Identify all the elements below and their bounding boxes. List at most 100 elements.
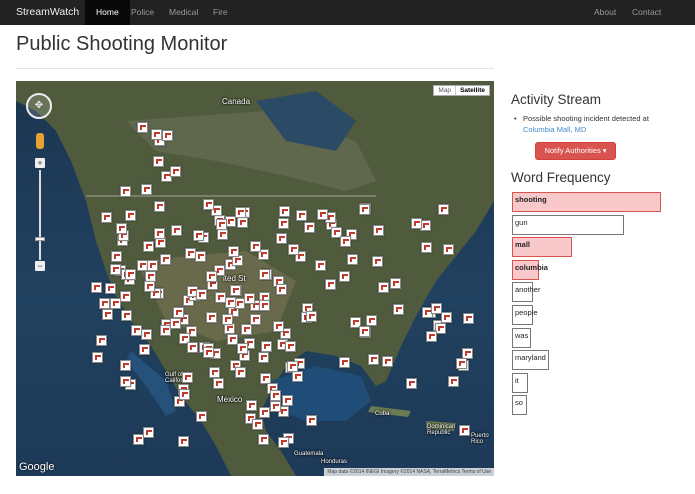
incident-marker-icon[interactable] [378, 282, 389, 293]
incident-marker-icon[interactable] [456, 358, 467, 369]
incident-marker-icon[interactable] [368, 354, 379, 365]
incident-marker-icon[interactable] [390, 278, 401, 289]
incident-marker-icon[interactable] [120, 376, 131, 387]
incident-marker-icon[interactable] [151, 129, 162, 140]
incident-marker-icon[interactable] [216, 219, 227, 230]
incident-marker-icon[interactable] [244, 293, 255, 304]
incident-marker-icon[interactable] [91, 282, 102, 293]
incident-marker-icon[interactable] [276, 233, 287, 244]
incident-marker-icon[interactable] [215, 292, 226, 303]
incident-marker-icon[interactable] [110, 298, 121, 309]
incident-marker-icon[interactable] [259, 269, 270, 280]
incident-marker-icon[interactable] [288, 244, 299, 255]
incident-marker-icon[interactable] [147, 260, 158, 271]
incident-marker-icon[interactable] [101, 212, 112, 223]
incident-marker-icon[interactable] [125, 269, 136, 280]
activity-location-link[interactable]: Columbia Mall, MD [523, 125, 586, 134]
incident-marker-icon[interactable] [372, 256, 383, 267]
incident-marker-icon[interactable] [438, 204, 449, 215]
incident-marker-icon[interactable] [347, 254, 358, 265]
incident-marker-icon[interactable] [250, 241, 261, 252]
pan-control-icon[interactable]: ✥ [26, 93, 52, 119]
incident-marker-icon[interactable] [250, 314, 261, 325]
incident-marker-icon[interactable] [131, 325, 142, 336]
zoom-slider-handle[interactable] [35, 237, 45, 241]
incident-marker-icon[interactable] [143, 241, 154, 252]
incident-marker-icon[interactable] [196, 289, 207, 300]
incident-marker-icon[interactable] [317, 209, 328, 220]
street-view-pegman-icon[interactable] [36, 133, 44, 149]
incident-marker-icon[interactable] [116, 223, 127, 234]
incident-marker-icon[interactable] [270, 390, 281, 401]
incident-marker-icon[interactable] [121, 310, 132, 321]
incident-marker-icon[interactable] [246, 400, 257, 411]
incident-marker-icon[interactable] [137, 122, 148, 133]
incident-marker-icon[interactable] [170, 166, 181, 177]
incident-marker-icon[interactable] [359, 204, 370, 215]
incident-marker-icon[interactable] [261, 341, 272, 352]
incident-marker-icon[interactable] [203, 199, 214, 210]
brand-link[interactable]: StreamWatch [16, 0, 79, 25]
incident-marker-icon[interactable] [170, 318, 181, 329]
incident-marker-icon[interactable] [178, 436, 189, 447]
incident-marker-icon[interactable] [406, 378, 417, 389]
incident-marker-icon[interactable] [258, 434, 269, 445]
nav-about[interactable]: About [594, 0, 616, 25]
incident-marker-icon[interactable] [235, 207, 246, 218]
incident-marker-icon[interactable] [196, 411, 207, 422]
incident-marker-icon[interactable] [213, 378, 224, 389]
incident-marker-icon[interactable] [325, 279, 336, 290]
incident-marker-icon[interactable] [278, 437, 289, 448]
incident-marker-icon[interactable] [426, 331, 437, 342]
incident-map[interactable]: Map Satellite ✥ + − Canada ited St Gulf … [16, 81, 494, 476]
incident-marker-icon[interactable] [282, 395, 293, 406]
incident-marker-icon[interactable] [279, 206, 290, 217]
incident-marker-icon[interactable] [287, 361, 298, 372]
nav-police[interactable]: Police [131, 0, 154, 25]
nav-fire[interactable]: Fire [213, 0, 228, 25]
incident-marker-icon[interactable] [171, 225, 182, 236]
incident-marker-icon[interactable] [441, 312, 452, 323]
incident-marker-icon[interactable] [110, 264, 121, 275]
zoom-in-button[interactable]: + [35, 158, 45, 168]
incident-marker-icon[interactable] [237, 343, 248, 354]
incident-marker-icon[interactable] [393, 304, 404, 315]
incident-marker-icon[interactable] [153, 156, 164, 167]
incident-marker-icon[interactable] [306, 311, 317, 322]
incident-marker-icon[interactable] [154, 201, 165, 212]
zoom-out-button[interactable]: − [35, 261, 45, 271]
incident-marker-icon[interactable] [120, 291, 131, 302]
incident-marker-icon[interactable] [463, 313, 474, 324]
incident-marker-icon[interactable] [143, 427, 154, 438]
incident-marker-icon[interactable] [139, 344, 150, 355]
incident-marker-icon[interactable] [366, 315, 377, 326]
incident-marker-icon[interactable] [141, 184, 152, 195]
incident-marker-icon[interactable] [235, 367, 246, 378]
incident-marker-icon[interactable] [270, 401, 281, 412]
incident-marker-icon[interactable] [193, 230, 204, 241]
incident-marker-icon[interactable] [111, 251, 122, 262]
incident-marker-icon[interactable] [292, 371, 303, 382]
incident-marker-icon[interactable] [241, 324, 252, 335]
map-type-satellite[interactable]: Satellite [455, 86, 489, 95]
incident-marker-icon[interactable] [99, 298, 110, 309]
incident-marker-icon[interactable] [92, 352, 103, 363]
incident-marker-icon[interactable] [179, 389, 190, 400]
incident-marker-icon[interactable] [203, 347, 214, 358]
incident-marker-icon[interactable] [273, 321, 284, 332]
incident-marker-icon[interactable] [141, 329, 152, 340]
incident-marker-icon[interactable] [102, 309, 113, 320]
incident-marker-icon[interactable] [120, 360, 131, 371]
incident-marker-icon[interactable] [459, 425, 470, 436]
notify-authorities-button[interactable]: Notify Authorities ▾ [535, 142, 616, 160]
incident-marker-icon[interactable] [230, 285, 241, 296]
incident-marker-icon[interactable] [206, 271, 217, 282]
incident-marker-icon[interactable] [182, 372, 193, 383]
incident-marker-icon[interactable] [296, 210, 307, 221]
incident-marker-icon[interactable] [421, 242, 432, 253]
incident-marker-icon[interactable] [237, 217, 248, 228]
incident-marker-icon[interactable] [96, 335, 107, 346]
nav-contact[interactable]: Contact [632, 0, 661, 25]
map-type-map[interactable]: Map [434, 86, 455, 95]
incident-marker-icon[interactable] [258, 352, 269, 363]
